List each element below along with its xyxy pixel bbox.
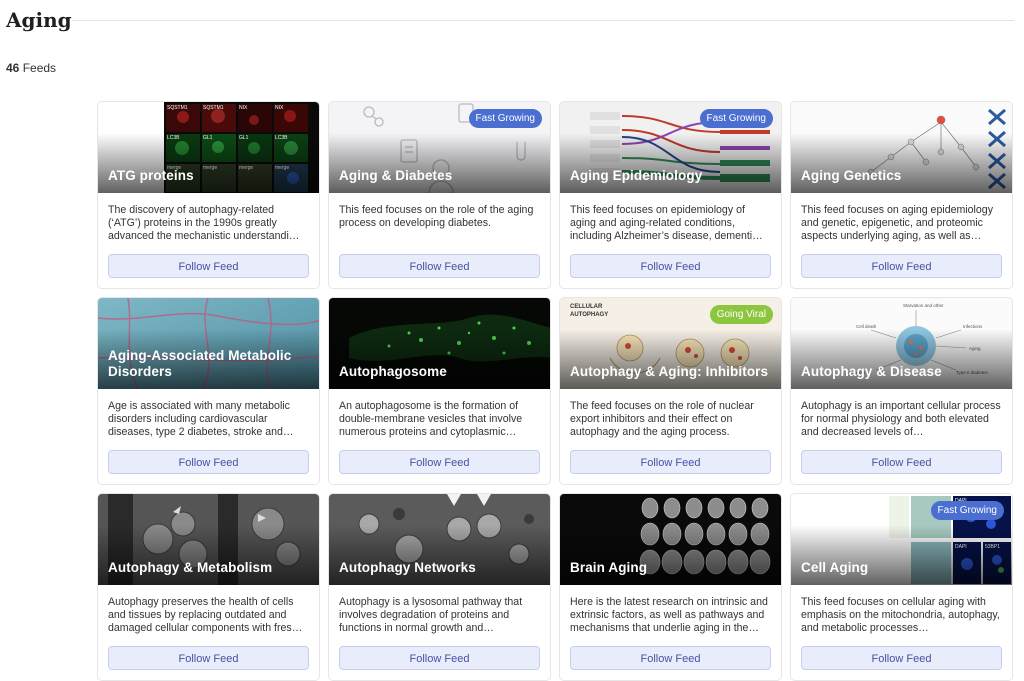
feed-thumbnail[interactable]: Brain Aging <box>560 494 781 585</box>
thumbnail-gradient <box>560 329 781 389</box>
feed-card[interactable]: Brain Aging Here is the latest research … <box>559 493 782 681</box>
follow-feed-button[interactable]: Follow Feed <box>801 450 1002 474</box>
feed-description: The feed focuses on the role of nuclear … <box>570 400 754 438</box>
feed-title[interactable]: Cell Aging <box>801 560 1004 576</box>
feed-title[interactable]: Aging & Diabetes <box>339 168 542 184</box>
follow-feed-button[interactable]: Follow Feed <box>108 254 309 278</box>
feed-count-number: 46 <box>6 61 20 75</box>
svg-text:Starvation and other: Starvation and other <box>903 303 944 308</box>
feed-description: This feed focuses on epidemiology of agi… <box>570 204 763 242</box>
feed-thumbnail[interactable]: Autophagy Networks <box>329 494 550 585</box>
feed-thumbnail[interactable]: Aging Epidemiology Fast Growing <box>560 102 781 193</box>
follow-feed-button[interactable]: Follow Feed <box>339 646 540 670</box>
title-divider <box>72 20 1014 21</box>
feed-title[interactable]: Brain Aging <box>570 560 773 576</box>
feed-card[interactable]: DAPIDAPI53BP1 Cell Aging Fast Growing Th… <box>790 493 1013 681</box>
feed-thumbnail[interactable]: Aging-Associated Metabolic Disorders <box>98 298 319 389</box>
thumbnail-gradient <box>329 133 550 193</box>
feed-description: This feed focuses on the role of the agi… <box>339 204 534 229</box>
follow-feed-button[interactable]: Follow Feed <box>108 450 309 474</box>
follow-feed-button[interactable]: Follow Feed <box>108 646 309 670</box>
feed-title[interactable]: Autophagosome <box>339 364 542 380</box>
follow-feed-button[interactable]: Follow Feed <box>339 450 540 474</box>
svg-text:AUTOPHAGY: AUTOPHAGY <box>570 312 608 318</box>
feed-card[interactable]: Autophagosome An autophagosome is the fo… <box>328 297 551 485</box>
thumbnail-gradient <box>329 329 550 389</box>
thumbnail-gradient <box>791 329 1012 389</box>
feed-thumbnail[interactable]: Aging Genetics <box>791 102 1012 193</box>
feed-title[interactable]: Aging-Associated Metabolic Disorders <box>108 348 311 380</box>
svg-text:NIX: NIX <box>239 105 248 111</box>
thumbnail-gradient <box>791 133 1012 193</box>
thumbnail-gradient <box>791 525 1012 585</box>
follow-feed-button[interactable]: Follow Feed <box>570 450 771 474</box>
feed-card[interactable]: Starvation and other Cell death Infections… <box>790 297 1013 485</box>
feed-thumbnail[interactable]: Starvation and other Cell death Infections… <box>791 298 1012 389</box>
feed-title[interactable]: Autophagy & Aging: Inhibitors <box>570 364 773 380</box>
feed-thumbnail[interactable]: SQSTM1SQSTM1NIXNIX LC3BGL1GL1LC3B mergem… <box>98 102 319 193</box>
feed-card[interactable]: Aging Epidemiology Fast Growing This fee… <box>559 101 782 289</box>
feed-description: Autophagy preserves the health of cells … <box>108 596 303 634</box>
feed-title[interactable]: Aging Epidemiology <box>570 168 773 184</box>
svg-text:CELLULAR: CELLULAR <box>570 304 603 310</box>
feed-card[interactable]: Autophagy Networks Autophagy is a lysoso… <box>328 493 551 681</box>
feed-title[interactable]: ATG proteins <box>108 168 311 184</box>
trend-badge: Fast Growing <box>930 501 1004 520</box>
feed-grid: SQSTM1SQSTM1NIXNIX LC3BGL1GL1LC3B mergem… <box>97 101 1013 681</box>
thumbnail-gradient <box>560 133 781 193</box>
feed-count-label: Feeds <box>22 61 57 75</box>
feed-card[interactable]: Autophagy & Metabolism Autophagy preserv… <box>97 493 320 681</box>
thumbnail-gradient <box>98 133 319 193</box>
feed-card[interactable]: CELLULAR AUTOPHAGY Autophagy & Aging: In… <box>559 297 782 485</box>
feed-description: This feed focuses on aging epidemiology … <box>801 204 993 242</box>
follow-feed-button[interactable]: Follow Feed <box>801 254 1002 278</box>
thumbnail-gradient <box>98 525 319 585</box>
feed-title[interactable]: Aging Genetics <box>801 168 1004 184</box>
feed-description: Age is associated with many metabolic di… <box>108 400 294 438</box>
feed-title[interactable]: Autophagy & Metabolism <box>108 560 311 576</box>
feed-thumbnail[interactable]: DAPIDAPI53BP1 Cell Aging Fast Growing <box>791 494 1012 585</box>
feed-description: Autophagy is a lysosomal pathway that in… <box>339 596 523 634</box>
feed-thumbnail[interactable]: Autophagy & Metabolism <box>98 494 319 585</box>
trend-badge: Going Viral <box>709 305 773 324</box>
feed-card[interactable]: SQSTM1SQSTM1NIXNIX LC3BGL1GL1LC3B mergem… <box>97 101 320 289</box>
feed-card[interactable]: Aging & Diabetes Fast Growing This feed … <box>328 101 551 289</box>
feed-thumbnail[interactable]: Aging & Diabetes Fast Growing <box>329 102 550 193</box>
trend-badge: Fast Growing <box>468 109 542 128</box>
feed-thumbnail[interactable]: Autophagosome <box>329 298 550 389</box>
feed-card[interactable]: Aging Genetics This feed focuses on agin… <box>790 101 1013 289</box>
follow-feed-button[interactable]: Follow Feed <box>570 646 771 670</box>
page-title: Aging <box>6 8 72 32</box>
feed-description: This feed focuses on cellular aging with… <box>801 596 1000 634</box>
feed-title[interactable]: Autophagy Networks <box>339 560 542 576</box>
feed-thumbnail[interactable]: CELLULAR AUTOPHAGY Autophagy & Aging: In… <box>560 298 781 389</box>
follow-feed-button[interactable]: Follow Feed <box>339 254 540 278</box>
follow-feed-button[interactable]: Follow Feed <box>570 254 771 278</box>
feed-description: The discovery of autophagy-related (‘ATG… <box>108 204 300 242</box>
feed-card[interactable]: Aging-Associated Metabolic Disorders Age… <box>97 297 320 485</box>
feed-count: 46 Feeds <box>6 61 56 75</box>
follow-feed-button[interactable]: Follow Feed <box>801 646 1002 670</box>
feed-description: Autophagy is an important cellular proce… <box>801 400 1001 438</box>
svg-text:SQSTM1: SQSTM1 <box>203 105 224 111</box>
feed-title[interactable]: Autophagy & Disease <box>801 364 1004 380</box>
feed-description: Here is the latest research on intrinsic… <box>570 596 768 634</box>
trend-badge: Fast Growing <box>699 109 773 128</box>
svg-text:SQSTM1: SQSTM1 <box>167 105 188 111</box>
thumbnail-gradient <box>329 525 550 585</box>
thumbnail-gradient <box>560 525 781 585</box>
feed-description: An autophagosome is the formation of dou… <box>339 400 523 438</box>
svg-text:NIX: NIX <box>275 105 284 111</box>
